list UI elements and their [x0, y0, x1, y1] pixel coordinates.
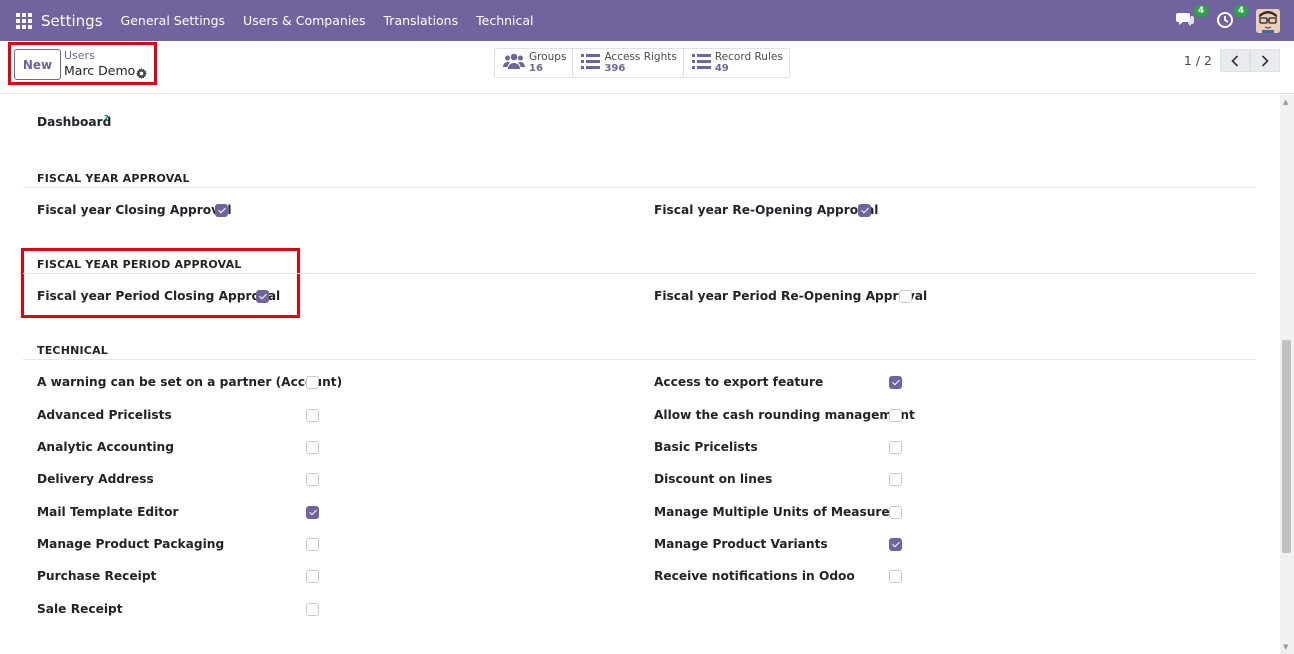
technical-left-checkbox[interactable]: [306, 473, 319, 486]
control-panel: New Users Marc Demo Groups 16 Access Rig…: [0, 41, 1294, 94]
smart-buttons: Groups 16 Access Rights 396 Record Rules…: [494, 48, 790, 78]
app-brand[interactable]: Settings: [41, 12, 103, 30]
activities-clock-icon[interactable]: 4: [1216, 4, 1248, 31]
technical-left-label: Sale Receipt: [37, 602, 123, 616]
technical-left-checkbox[interactable]: [306, 441, 319, 454]
technical-right-checkbox[interactable]: [889, 441, 902, 454]
technical-right-checkbox[interactable]: [889, 473, 902, 486]
groups-label: Groups: [529, 51, 567, 63]
technical-right-checkbox[interactable]: [889, 538, 902, 551]
access-rights-smart-button[interactable]: Access Rights 396: [573, 49, 684, 77]
section-divider: [23, 273, 1256, 274]
technical-left-label: Manage Product Packaging: [37, 537, 225, 551]
technical-left-label: Mail Template Editor: [37, 505, 179, 519]
section-technical-title: TECHNICAL: [37, 344, 108, 357]
section-fiscal-year-title: FISCAL YEAR APPROVAL: [37, 172, 190, 185]
technical-right-label: Discount on lines: [654, 472, 773, 486]
scrollbar-thumb[interactable]: [1282, 340, 1291, 553]
record-rules-smart-button[interactable]: Record Rules 49: [684, 49, 789, 77]
technical-right-checkbox[interactable]: [889, 506, 902, 519]
fiscal-year-reopening-label: Fiscal year Re-Opening Approval: [654, 203, 879, 217]
technical-right-label: Basic Pricelists: [654, 440, 758, 454]
users-group-icon: [503, 53, 525, 73]
menu-general-settings[interactable]: General Settings: [121, 13, 226, 28]
fiscal-year-reopening-checkbox[interactable]: [858, 204, 871, 217]
technical-right-label: Manage Product Variants: [654, 537, 828, 551]
fiscal-year-closing-label: Fiscal year Closing Approval: [37, 203, 232, 217]
help-tooltip-icon[interactable]: ?: [104, 114, 109, 123]
pager: 1 / 2: [1184, 49, 1280, 72]
messages-badge: 4: [1194, 4, 1208, 17]
fiscal-period-closing-label: Fiscal year Period Closing Approval: [37, 289, 281, 303]
fiscal-year-closing-checkbox[interactable]: [215, 204, 228, 217]
fiscal-period-closing-checkbox[interactable]: [256, 290, 269, 303]
new-button[interactable]: New: [14, 49, 61, 80]
record-rules-label: Record Rules: [714, 51, 783, 63]
user-avatar[interactable]: [1256, 8, 1280, 33]
groups-count: 16: [529, 63, 543, 74]
technical-left-label: Advanced Pricelists: [37, 408, 172, 422]
breadcrumb-users[interactable]: Users: [64, 49, 95, 62]
technical-left-label: A warning can be set on a partner (Accou…: [37, 375, 343, 389]
scroll-down-icon[interactable]: ▼: [1283, 643, 1291, 651]
dashboard-label: Dashboard: [37, 115, 112, 129]
access-rights-count: 396: [604, 63, 626, 74]
technical-right-checkbox[interactable]: [889, 376, 902, 389]
menu-technical[interactable]: Technical: [476, 13, 533, 28]
technical-right-label: Allow the cash rounding management: [654, 408, 915, 422]
technical-right-label: Manage Multiple Units of Measure: [654, 505, 890, 519]
technical-left-label: Delivery Address: [37, 472, 154, 486]
technical-right-checkbox[interactable]: [889, 570, 902, 583]
fiscal-period-reopening-label: Fiscal year Period Re-Opening Approval: [654, 289, 928, 303]
list-icon: [581, 53, 601, 73]
menu-users-companies[interactable]: Users & Companies: [243, 13, 365, 28]
technical-left-checkbox[interactable]: [306, 409, 319, 422]
scroll-up-icon[interactable]: ▲: [1283, 98, 1291, 106]
activities-badge: 4: [1234, 4, 1248, 17]
menu-translations[interactable]: Translations: [384, 13, 459, 28]
section-divider: [23, 359, 1256, 360]
chevron-left-icon: [1231, 54, 1239, 67]
groups-smart-button[interactable]: Groups 16: [495, 49, 574, 77]
technical-right-checkbox[interactable]: [889, 409, 902, 422]
chevron-right-icon: [1261, 54, 1269, 67]
technical-left-checkbox[interactable]: [306, 603, 319, 616]
technical-left-checkbox[interactable]: [306, 376, 319, 389]
list-icon: [691, 53, 711, 73]
apps-grid-icon[interactable]: [16, 12, 32, 29]
form-content: Dashboard ? FISCAL YEAR APPROVAL Fiscal …: [0, 95, 1280, 654]
technical-left-checkbox[interactable]: [306, 570, 319, 583]
pager-next-button[interactable]: [1250, 49, 1280, 72]
fiscal-period-reopening-checkbox[interactable]: [899, 290, 912, 303]
section-fiscal-period-title: FISCAL YEAR PERIOD APPROVAL: [37, 258, 242, 271]
messages-icon[interactable]: 4: [1176, 4, 1208, 31]
pager-value[interactable]: 1 / 2: [1184, 53, 1212, 68]
technical-left-checkbox[interactable]: [306, 538, 319, 551]
technical-left-label: Purchase Receipt: [37, 569, 157, 583]
access-rights-label: Access Rights: [604, 51, 677, 63]
technical-right-label: Access to export feature: [654, 375, 824, 389]
top-navbar: Settings General Settings Users & Compan…: [0, 0, 1294, 41]
section-divider: [23, 187, 1256, 188]
pager-previous-button[interactable]: [1220, 49, 1250, 72]
record-rules-count: 49: [714, 63, 729, 74]
breadcrumb-current: Marc Demo: [64, 63, 136, 78]
technical-right-label: Receive notifications in Odoo: [654, 569, 855, 583]
technical-left-checkbox[interactable]: [306, 506, 319, 519]
gear-icon[interactable]: [136, 64, 147, 83]
technical-left-label: Analytic Accounting: [37, 440, 174, 454]
